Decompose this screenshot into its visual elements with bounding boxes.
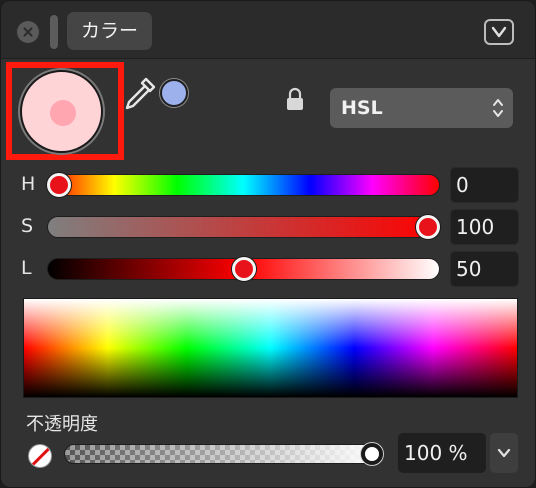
- saturation-slider-thumb[interactable]: [416, 215, 440, 239]
- color-mode-select[interactable]: HSL: [330, 88, 513, 128]
- close-icon[interactable]: [17, 21, 39, 43]
- up-down-chevron-icon: [493, 99, 503, 117]
- opacity-slider-thumb[interactable]: [361, 443, 383, 465]
- lock-icon[interactable]: [286, 87, 304, 111]
- saturation-label: S: [21, 215, 34, 237]
- current-color-center: [50, 100, 76, 126]
- hue-slider-thumb[interactable]: [47, 173, 71, 197]
- saturation-value-field[interactable]: 100: [450, 209, 519, 245]
- no-color-icon[interactable]: [28, 444, 52, 468]
- chevron-down-icon: [491, 26, 507, 38]
- lightness-slider-thumb[interactable]: [231, 257, 256, 281]
- color-spectrum[interactable]: [23, 298, 518, 398]
- opacity-slider-track[interactable]: [64, 444, 383, 464]
- opacity-menu-button[interactable]: [490, 433, 518, 473]
- hue-value-field[interactable]: 0: [450, 167, 519, 203]
- hue-label: H: [21, 173, 36, 195]
- color-mode-label: HSL: [341, 97, 383, 119]
- opacity-value-field[interactable]: 100 %: [398, 433, 486, 473]
- hue-slider-track[interactable]: [47, 174, 440, 196]
- lightness-label: L: [21, 257, 32, 279]
- eyedropper-icon[interactable]: [122, 75, 158, 111]
- chevron-down-icon: [497, 448, 511, 458]
- recent-color-swatch[interactable]: [160, 79, 188, 107]
- panel-tab-title[interactable]: カラー: [67, 12, 153, 50]
- collapse-button[interactable]: [484, 19, 514, 45]
- opacity-label: 不透明度: [26, 414, 98, 435]
- saturation-slider-track[interactable]: [47, 216, 440, 238]
- current-color-swatch[interactable]: [20, 70, 103, 153]
- drag-handle[interactable]: [50, 15, 58, 49]
- lightness-value-field[interactable]: 50: [450, 251, 519, 287]
- color-panel: カラー HSL H 0 S 100 L 50 不透明度 100 %: [0, 0, 536, 488]
- panel-header: カラー: [1, 1, 535, 59]
